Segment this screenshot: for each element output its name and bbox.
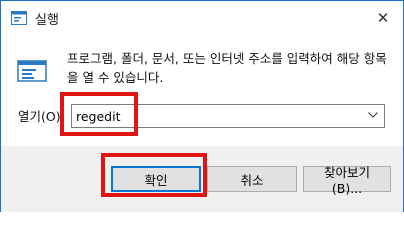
window-title: 실행 — [35, 13, 59, 28]
close-icon: ✕ — [376, 9, 390, 27]
ok-button[interactable]: 확인 — [111, 166, 201, 192]
run-dialog: 실행 ✕ 프로그램, 폴더, 문서, 또는 인터넷 주소를 입력하여 해당 항목… — [0, 0, 404, 212]
close-button[interactable]: ✕ — [371, 7, 395, 29]
open-combobox[interactable] — [71, 104, 385, 128]
prompt-text: 프로그램, 폴더, 문서, 또는 인터넷 주소를 입력하여 해당 항목을 열 수… — [67, 51, 387, 85]
cancel-button[interactable]: 취소 — [207, 166, 297, 192]
open-label: 열기(O): — [18, 109, 65, 124]
run-dialog-icon — [17, 60, 47, 82]
browse-button[interactable]: 찾아보기(B)... — [303, 165, 391, 196]
run-window-icon — [11, 11, 27, 25]
open-input[interactable] — [72, 105, 362, 127]
button-bar: 확인 취소 찾아보기(B)... — [1, 146, 403, 212]
chevron-down-icon[interactable] — [368, 109, 378, 121]
title-bar[interactable]: 실행 ✕ — [1, 1, 403, 35]
